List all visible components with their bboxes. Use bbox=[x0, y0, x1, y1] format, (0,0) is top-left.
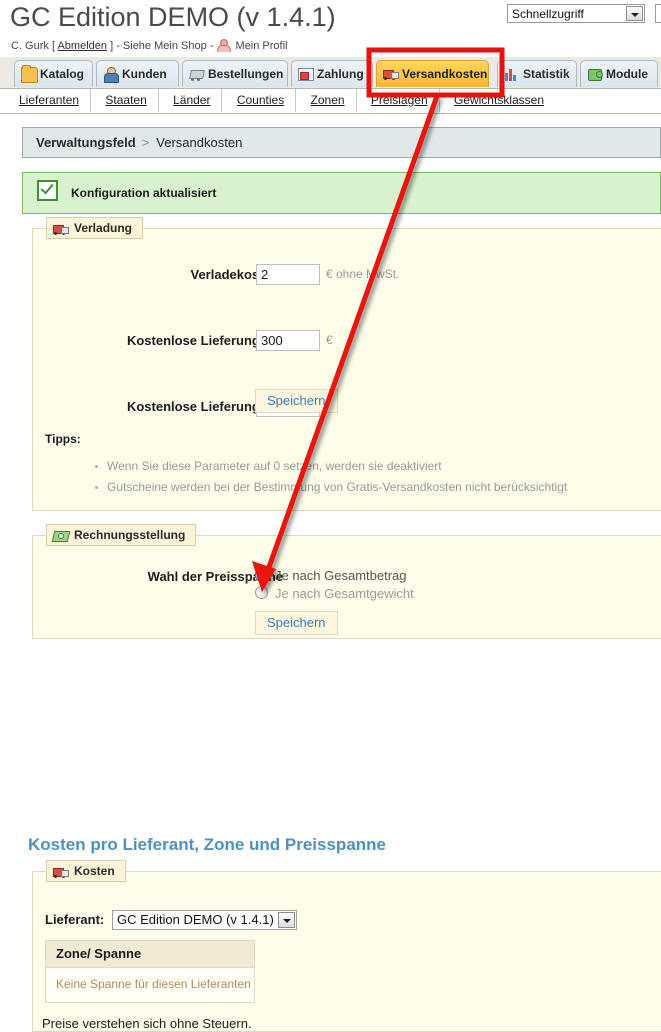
subtab-lieferanten[interactable]: Lieferanten bbox=[8, 89, 91, 112]
kosten-legend: Kosten bbox=[46, 860, 126, 882]
truck-icon bbox=[53, 222, 68, 235]
zone-table-empty-row: Keine Spanne für diesen Lieferanten bbox=[46, 968, 254, 1002]
subtab-gewichtsklassen[interactable]: Gewichtsklassen bbox=[443, 89, 555, 112]
zone-table-header: Zone/ Spanne bbox=[46, 941, 254, 968]
success-notice: Konfiguration aktualisiert bbox=[22, 172, 661, 214]
radio-option-gesamtgewicht-label: Je nach Gesamtgewicht bbox=[275, 586, 414, 601]
money-icon bbox=[53, 529, 68, 542]
supplier-label: Lieferant: bbox=[45, 910, 104, 930]
radio-option-gesamtbetrag[interactable]: Je nach Gesamtbetrag bbox=[255, 568, 407, 584]
verladung-legend: Verladung bbox=[46, 217, 143, 239]
subtab-laender[interactable]: Länder bbox=[162, 89, 222, 112]
radio-icon-selected[interactable] bbox=[255, 568, 268, 581]
radio-option-gesamtgewicht[interactable]: Je nach Gesamtgewicht bbox=[255, 586, 414, 602]
breadcrumb: Verwaltungsfeld > Versandkosten bbox=[22, 127, 661, 158]
tab-statistik[interactable]: Statistik bbox=[497, 60, 577, 87]
tip-item: Wenn Sie diese Parameter auf 0 setzen, w… bbox=[95, 456, 567, 477]
verladung-panel: Verladung Verladekosten: 2 € ohne MwSt. … bbox=[32, 228, 661, 511]
right-edge-control[interactable] bbox=[655, 4, 661, 23]
primary-tab-bar: Katalog Kunden Bestellungen Zahlung Vers… bbox=[0, 57, 661, 89]
verladung-save-button[interactable]: Speichern bbox=[255, 389, 338, 413]
tab-bestellungen[interactable]: Bestellungen bbox=[182, 60, 288, 87]
chevron-down-icon[interactable] bbox=[626, 6, 643, 21]
user-icon bbox=[103, 67, 118, 81]
quick-access-label: Schnellzugriff bbox=[512, 5, 584, 24]
tab-statistik-label: Statistik bbox=[523, 67, 570, 81]
main-content: Verwaltungsfeld > Versandkosten Konfigurat… bbox=[0, 127, 661, 639]
tab-bestellungen-label: Bestellungen bbox=[208, 67, 283, 81]
truck-icon bbox=[383, 67, 398, 81]
tip-item: Gutscheine werden bei der Bestimmung von… bbox=[95, 477, 567, 498]
success-notice-text: Konfiguration aktualisiert bbox=[71, 186, 216, 200]
logout-link[interactable]: Abmelden bbox=[57, 40, 107, 52]
user-icon bbox=[217, 39, 229, 51]
subtab-zonen[interactable]: Zonen bbox=[300, 89, 357, 112]
subtab-counties[interactable]: Counties bbox=[226, 89, 296, 112]
freeship-amount-input[interactable]: 300 bbox=[256, 330, 320, 351]
tips-title: Tipps: bbox=[45, 432, 81, 446]
user-info-line: C. Gurk [ Abmelden ] - Siehe Mein Shop -… bbox=[11, 39, 288, 52]
supplier-select[interactable]: GC Edition DEMO (v 1.4.1) bbox=[112, 910, 297, 930]
payment-icon bbox=[298, 67, 313, 81]
kosten-section-heading: Kosten pro Lieferant, Zone und Preisspan… bbox=[28, 835, 386, 855]
breadcrumb-current: Versandkosten bbox=[156, 135, 242, 150]
verladekosten-input[interactable]: 2 bbox=[256, 264, 320, 285]
secondary-tab-bar: Lieferanten Staaten Länder Counties Zone… bbox=[0, 89, 661, 114]
tab-module-label: Module bbox=[606, 67, 648, 81]
tab-module[interactable]: Module bbox=[580, 60, 658, 87]
chart-icon bbox=[504, 67, 519, 81]
shop-title: GC Edition DEMO (v 1.4.1) bbox=[10, 2, 336, 33]
kosten-legend-label: Kosten bbox=[74, 864, 115, 878]
user-name-prefix: C. Gurk [ bbox=[11, 40, 55, 52]
rechnungsstellung-legend: Rechnungsstellung bbox=[46, 524, 196, 546]
cart-icon bbox=[189, 67, 204, 81]
form-row-verladekosten: Verladekosten: 2 € ohne MwSt. bbox=[33, 264, 661, 297]
tab-zahlung[interactable]: Zahlung bbox=[291, 60, 373, 87]
tab-kunden[interactable]: Kunden bbox=[96, 60, 179, 87]
verladekosten-unit: € ohne MwSt. bbox=[326, 264, 399, 285]
puzzle-icon bbox=[587, 67, 602, 81]
chevron-down-icon[interactable] bbox=[278, 912, 295, 928]
quick-access-select[interactable]: Schnellzugriff bbox=[507, 4, 645, 23]
form-row-freeship-weight: Kostenlose Lieferung ab: 20 kg bbox=[33, 396, 661, 429]
form-row-freeship-amount: Kostenlose Lieferung ab: 300 € bbox=[33, 330, 661, 363]
rechnungsstellung-panel: Rechnungsstellung Wahl der Preisspanne J… bbox=[32, 535, 661, 639]
radio-icon-unselected[interactable] bbox=[255, 586, 268, 599]
supplier-select-value: GC Edition DEMO (v 1.4.1) bbox=[117, 912, 274, 927]
checkmark-icon bbox=[37, 180, 58, 201]
folder-icon bbox=[21, 67, 38, 83]
tab-katalog[interactable]: Katalog bbox=[14, 60, 93, 87]
radio-option-gesamtbetrag-label: Je nach Gesamtbetrag bbox=[275, 568, 407, 583]
tab-katalog-label: Katalog bbox=[40, 67, 84, 81]
rechnungsstellung-save-button[interactable]: Speichern bbox=[255, 611, 338, 635]
user-shop-text: ] - Siehe Mein Shop - bbox=[110, 40, 216, 52]
chevron-right-icon: > bbox=[142, 135, 150, 150]
tips-list: Wenn Sie diese Parameter auf 0 setzen, w… bbox=[95, 456, 567, 498]
freeship-amount-unit: € bbox=[326, 330, 333, 351]
rechnungsstellung-legend-label: Rechnungsstellung bbox=[74, 528, 185, 542]
zone-table: Zone/ Spanne Keine Spanne für diesen Lie… bbox=[45, 940, 255, 1003]
truck-icon bbox=[53, 865, 68, 878]
breadcrumb-root[interactable]: Verwaltungsfeld bbox=[36, 135, 136, 150]
tab-kunden-label: Kunden bbox=[122, 67, 167, 81]
my-profile-link[interactable]: Mein Profil bbox=[236, 40, 288, 52]
subtab-preislagen[interactable]: Preislagen bbox=[360, 89, 440, 112]
tab-versandkosten[interactable]: Versandkosten bbox=[376, 60, 489, 87]
kosten-tax-note: Preise verstehen sich ohne Steuern. bbox=[42, 1016, 252, 1031]
tab-versandkosten-label: Versandkosten bbox=[402, 67, 487, 81]
verladung-legend-label: Verladung bbox=[74, 221, 132, 235]
subtab-staaten[interactable]: Staaten bbox=[94, 89, 158, 112]
page-header: GC Edition DEMO (v 1.4.1) C. Gurk [ Abme… bbox=[0, 0, 661, 57]
tab-zahlung-label: Zahlung bbox=[317, 67, 364, 81]
kosten-panel: Kosten Lieferant: GC Edition DEMO (v 1.4… bbox=[32, 871, 661, 1032]
